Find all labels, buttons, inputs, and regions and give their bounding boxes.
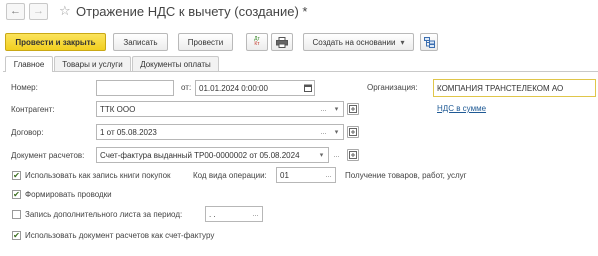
counterparty-open-button[interactable]	[347, 103, 359, 115]
check-icon: ✔	[13, 189, 20, 199]
operation-code-value: 01	[280, 170, 289, 180]
organization-input[interactable]: КОМПАНИЯ ТРАНСТЕЛЕКОМ АО	[433, 79, 596, 97]
contract-value: 1 от 05.08.2023	[100, 127, 157, 137]
dtkt-icon: Дт Кт	[254, 36, 260, 47]
number-input[interactable]	[96, 80, 174, 96]
additional-sheet-checkbox[interactable]	[12, 210, 21, 219]
forward-button[interactable]: →	[29, 3, 48, 20]
open-icon	[349, 151, 357, 159]
counterparty-input[interactable]: ТТК ООО ... ▾	[96, 101, 344, 117]
settlement-doc-open-button[interactable]	[347, 149, 359, 161]
operation-code-input[interactable]: 01 ...	[276, 167, 336, 183]
additional-sheet-dots-button[interactable]: ...	[249, 207, 262, 221]
create-based-on-button[interactable]: Создать на основании ▾	[303, 33, 414, 51]
counterparty-value: ТТК ООО	[100, 104, 136, 114]
star-icon[interactable]: ☆	[59, 4, 71, 17]
contract-open-button[interactable]	[347, 126, 359, 138]
generate-postings-checkbox[interactable]: ✔	[12, 190, 21, 199]
printer-icon	[276, 36, 288, 48]
tabs-divider	[3, 71, 598, 72]
dtkt-postings-button[interactable]: Дт Кт	[246, 33, 268, 51]
settlement-doc-value: Счет-фактура выданный ТР00-0000002 от 05…	[100, 150, 300, 160]
date-value: 01.01.2024 0:00:00	[199, 83, 268, 93]
settlement-doc-dots-button[interactable]: ...	[330, 147, 343, 163]
contract-dots-button[interactable]: ...	[317, 125, 330, 139]
generate-postings-label: Формировать проводки	[25, 190, 112, 199]
use-as-invoice-checkbox[interactable]: ✔	[12, 231, 21, 240]
additional-sheet-label: Запись дополнительного листа за период:	[25, 210, 183, 219]
contract-input[interactable]: 1 от 05.08.2023 ... ▾	[96, 124, 344, 140]
post-and-close-button[interactable]: Провести и закрыть	[5, 33, 106, 51]
operation-description: Получение товаров, работ, услуг	[345, 171, 467, 180]
settlement-doc-input[interactable]: Счет-фактура выданный ТР00-0000002 от 05…	[96, 147, 329, 163]
date-input[interactable]: 01.01.2024 0:00:00	[195, 80, 315, 96]
date-label: от:	[181, 83, 192, 92]
use-for-purchase-book-checkbox[interactable]: ✔	[12, 171, 21, 180]
calendar-button[interactable]	[301, 81, 314, 95]
additional-sheet-period-input[interactable]: . . ...	[205, 206, 263, 222]
print-button[interactable]	[271, 33, 293, 51]
organization-label: Организация:	[367, 83, 418, 92]
tab-goods-services[interactable]: Товары и услуги	[54, 56, 131, 71]
operation-code-dots-button[interactable]: ...	[322, 168, 335, 182]
open-icon	[349, 105, 357, 113]
additional-sheet-period-value: . .	[209, 209, 216, 219]
number-label: Номер:	[11, 83, 38, 92]
open-icon	[349, 128, 357, 136]
chevron-down-icon[interactable]: ▾	[330, 125, 343, 139]
counterparty-dots-button[interactable]: ...	[317, 102, 330, 116]
chevron-down-icon[interactable]: ▾	[330, 102, 343, 116]
use-for-purchase-book-label: Использовать как запись книги покупок	[25, 171, 171, 180]
save-button[interactable]: Записать	[113, 33, 168, 51]
chevron-down-icon[interactable]: ▾	[315, 148, 328, 162]
check-icon: ✔	[13, 230, 20, 240]
back-button[interactable]: ←	[6, 3, 25, 20]
check-icon: ✔	[13, 170, 20, 180]
counterparty-label: Контрагент:	[11, 105, 55, 114]
arrow-right-icon: →	[33, 5, 44, 17]
arrow-left-icon: ←	[10, 5, 21, 17]
contract-label: Договор:	[11, 128, 44, 137]
structure-button[interactable]	[420, 33, 438, 51]
window-title: Отражение НДС к вычету (создание) *	[76, 4, 308, 19]
vat-amount-link[interactable]: НДС в сумме	[437, 104, 486, 113]
tab-payment-documents[interactable]: Документы оплаты	[132, 56, 219, 71]
hierarchy-icon	[423, 36, 435, 48]
operation-code-label: Код вида операции:	[193, 171, 267, 180]
use-as-invoice-label: Использовать документ расчетов как счет-…	[25, 231, 215, 240]
settlement-doc-label: Документ расчетов:	[11, 151, 85, 160]
tab-main[interactable]: Главное	[5, 56, 53, 72]
create-based-on-label: Создать на основании	[312, 37, 396, 47]
post-button[interactable]: Провести	[178, 33, 233, 51]
calendar-icon	[303, 84, 312, 92]
chevron-down-icon: ▾	[400, 37, 405, 47]
